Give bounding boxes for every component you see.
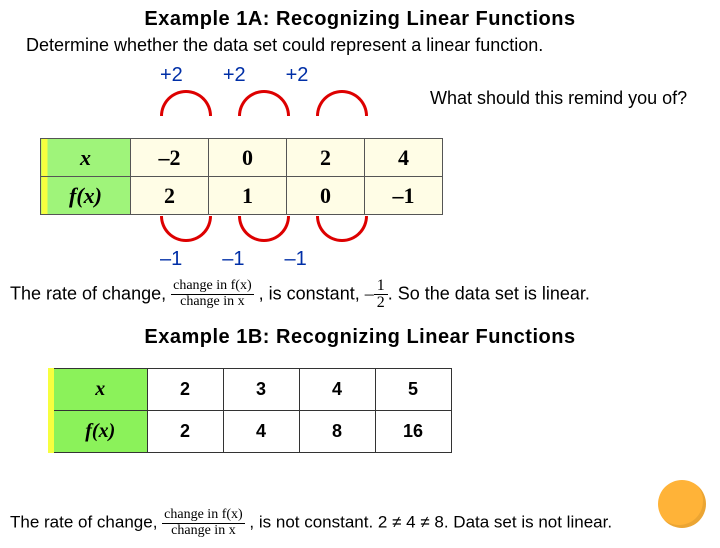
decorative-circle-icon [658,480,706,528]
example-1a-title: Example 1A: Recognizing Linear Functions [0,8,720,31]
conclusion-1a: The rate of change, change in f(x) chang… [10,278,710,311]
side-note: What should this remind you of? [430,88,700,109]
bottom-delta-2: –1 [222,248,244,271]
arc-icon [316,216,368,242]
cell: 2 [147,411,223,453]
cell: 4 [365,139,443,177]
example-1a-prompt: Determine whether the data set could rep… [26,35,710,56]
fraction-half: 1 2 [374,278,388,311]
text: The rate of change, [10,283,171,303]
fraction-numerator: 1 [374,278,388,295]
text: . [388,283,393,303]
bottom-delta-3: –1 [285,248,307,271]
arc-icon [160,90,212,116]
row-header-fx: f(x) [51,411,147,453]
cell: 0 [209,139,287,177]
arc-icon [238,216,290,242]
cell: 2 [287,139,365,177]
example-1b-title: Example 1B: Recognizing Linear Functions [0,326,720,349]
conclusion-1b: The rate of change, change in f(x) chang… [10,508,710,538]
fraction-icon: change in f(x) change in x [171,279,254,309]
cell: –2 [131,139,209,177]
row-header-x: x [41,139,131,177]
cell: 1 [209,177,287,215]
table-1b: x 2 3 4 5 f(x) 2 4 8 16 [48,368,452,453]
text: , is not constant. 2 ≠ 4 ≠ 8. Data set i… [249,513,612,532]
table-row: f(x) 2 4 8 16 [51,411,451,453]
table-1a: x –2 0 2 4 f(x) 2 1 0 –1 [40,138,443,215]
text: , is constant, [259,283,365,303]
top-delta-row: +2 +2 +2 [160,64,308,87]
arc-icon [238,90,290,116]
cell: 2 [131,177,209,215]
top-delta-1: +2 [160,64,183,87]
row-header-fx: f(x) [41,177,131,215]
row-header-x: x [51,369,147,411]
fraction-icon: change in f(x) change in x [162,508,245,538]
cell: 4 [223,411,299,453]
fraction-denominator: change in x [171,295,254,310]
fraction-numerator: change in f(x) [171,279,254,295]
fraction-denominator: 2 [374,295,388,311]
arc-icon [160,216,212,242]
text: The rate of change, [10,513,162,532]
cell: 4 [299,369,375,411]
negative-sign: – [365,283,374,303]
cell: –1 [365,177,443,215]
table-row: x 2 3 4 5 [51,369,451,411]
fraction-denominator: change in x [162,524,245,539]
fx-label: f(x) [69,183,102,208]
table-row: f(x) 2 1 0 –1 [41,177,443,215]
cell: 16 [375,411,451,453]
cell: 2 [147,369,223,411]
cell: 3 [223,369,299,411]
text: So the data set is linear. [398,283,590,303]
fraction-numerator: change in f(x) [162,508,245,524]
top-delta-2: +2 [223,64,246,87]
bottom-delta-1: –1 [160,248,182,271]
arc-icon [316,90,368,116]
table-row: x –2 0 2 4 [41,139,443,177]
cell: 0 [287,177,365,215]
cell: 5 [375,369,451,411]
top-delta-3: +2 [286,64,309,87]
bottom-delta-row: –1 –1 –1 [160,248,307,271]
cell: 8 [299,411,375,453]
